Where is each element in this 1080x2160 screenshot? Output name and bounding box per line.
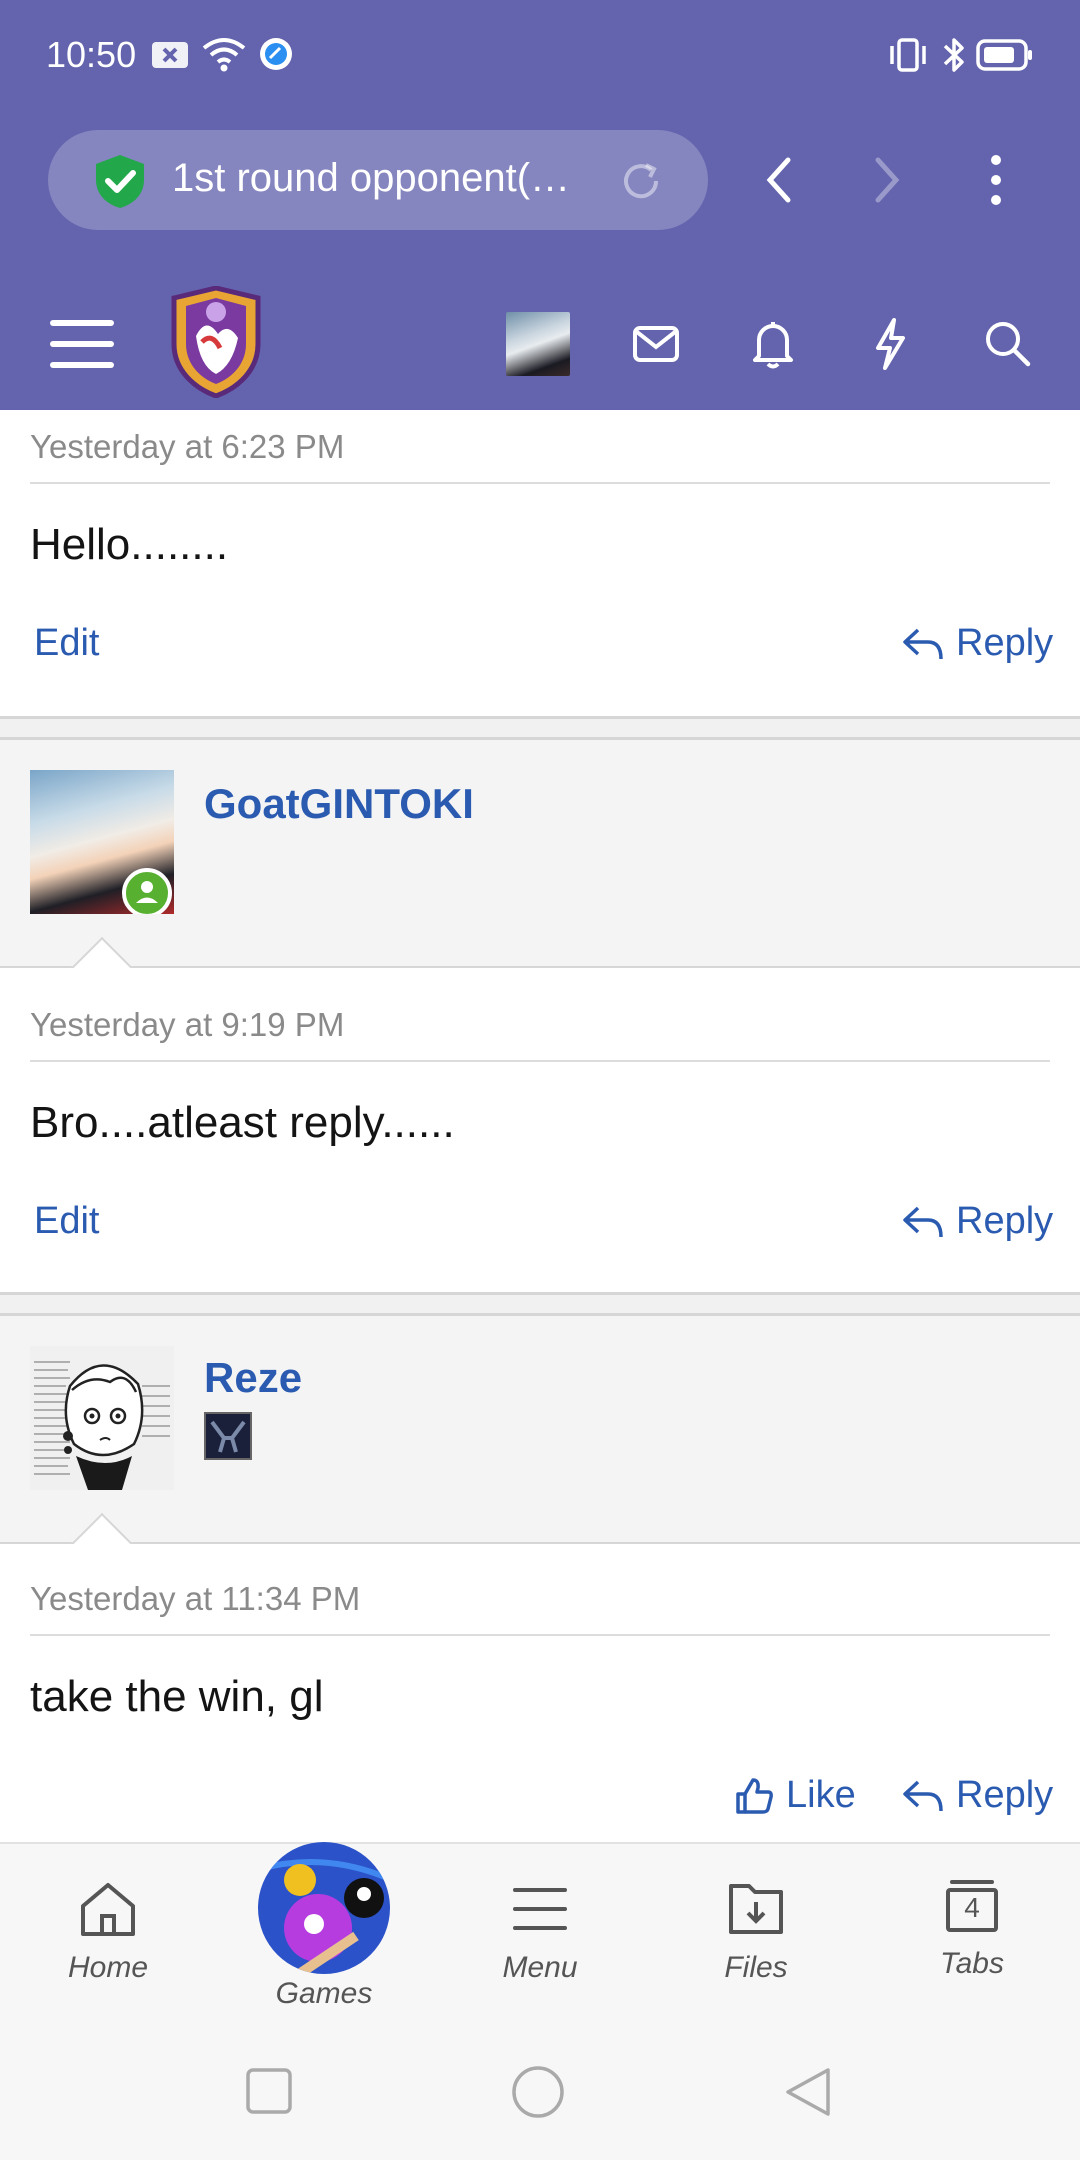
wifi-icon (202, 38, 246, 72)
thumbs-up-icon (736, 1777, 773, 1814)
back-icon[interactable] (758, 152, 798, 208)
back-nav-icon[interactable] (782, 2064, 834, 2120)
forum-toolbar (0, 280, 1080, 410)
like-button[interactable]: Like (734, 1774, 856, 1817)
avatar[interactable] (506, 312, 570, 376)
username[interactable]: GoatGINTOKI (204, 780, 474, 828)
reply-button[interactable]: Reply (902, 1200, 1053, 1243)
reply-icon (903, 1780, 943, 1811)
reload-icon[interactable] (616, 156, 666, 206)
nav-menu-label: Menu (502, 1951, 578, 1984)
bluetooth-icon (943, 38, 964, 72)
forward-icon[interactable] (868, 152, 908, 208)
nav-games[interactable]: Games (244, 1840, 404, 2011)
nav-files[interactable]: Files (676, 1880, 836, 1985)
hamburger-icon[interactable] (50, 314, 116, 374)
nav-tabs-label: Tabs (940, 1947, 1004, 1980)
post-3: Yesterday at 11:34 PM take the win, gl L… (0, 1544, 1080, 1842)
post-2: Yesterday at 9:19 PM Bro....atleast repl… (0, 968, 1080, 1292)
mail-icon[interactable] (632, 322, 680, 366)
lightning-icon[interactable] (870, 316, 910, 372)
app-notification-icon (260, 38, 292, 70)
nav-games-label: Games (275, 1977, 373, 2010)
user-avatar[interactable] (30, 1346, 174, 1490)
post-timestamp: Yesterday at 9:19 PM (30, 1006, 345, 1043)
post-separator (0, 716, 1080, 740)
app-header: 10:50 1st round opponent(… (0, 0, 1080, 410)
post-timestamp: Yesterday at 11:34 PM (30, 1580, 361, 1617)
like-label: Like (786, 1774, 856, 1816)
reply-label: Reply (956, 1200, 1054, 1242)
edit-label: Edit (34, 1200, 100, 1242)
status-bar: 10:50 (0, 0, 1080, 110)
divider (30, 482, 1050, 484)
recents-icon[interactable] (244, 2066, 294, 2116)
nav-files-label: Files (724, 1951, 788, 1984)
manga-avatar (30, 1346, 174, 1490)
reply-label: Reply (956, 1774, 1054, 1816)
post-message: Hello........ (30, 520, 229, 569)
tabs-icon: 4 (944, 1880, 1000, 1934)
status-time: 10:50 (46, 34, 137, 75)
reply-button[interactable]: Reply (902, 1774, 1053, 1817)
post-separator (0, 1292, 1080, 1316)
reply-button[interactable]: Reply (902, 622, 1053, 665)
vibrate-icon (890, 38, 926, 72)
post-message: Bro....atleast reply...... (30, 1098, 455, 1147)
post-user-header: Reze (0, 1316, 1080, 1576)
home-icon (81, 1883, 135, 1936)
divider (30, 1634, 1050, 1636)
system-navigation (0, 2022, 1080, 2160)
home-button-icon[interactable] (510, 2064, 566, 2120)
edit-button[interactable]: Edit (34, 622, 99, 665)
more-vert-icon[interactable] (982, 152, 1010, 208)
edit-label: Edit (34, 622, 100, 664)
post-1: Yesterday at 6:23 PM Hello........ Edit … (0, 410, 1080, 716)
divider (30, 1060, 1050, 1062)
page-title: 1st round opponent(… (172, 156, 571, 200)
edit-button[interactable]: Edit (34, 1200, 99, 1243)
folder-download-icon (729, 1884, 783, 1934)
billiard-ball-icon (258, 1842, 390, 1974)
nav-tabs[interactable]: 4 Tabs (892, 1880, 1052, 1981)
shield-check-icon (96, 155, 144, 208)
bell-icon[interactable] (750, 318, 796, 370)
forum-logo[interactable] (166, 286, 266, 398)
tabs-count: 4 (964, 1892, 980, 1923)
user-avatar[interactable] (30, 770, 174, 914)
menu-lines-icon (513, 1888, 567, 1930)
post-message: take the win, gl (30, 1672, 324, 1721)
search-icon[interactable] (982, 318, 1032, 368)
username[interactable]: Reze (204, 1354, 302, 1402)
notification-x-icon (152, 42, 188, 68)
post-timestamp: Yesterday at 6:23 PM (30, 428, 345, 465)
post-user-header: GoatGINTOKI (0, 740, 1080, 1000)
user-badge-icon (204, 1412, 252, 1460)
reply-icon (903, 1206, 943, 1237)
reply-icon (903, 628, 943, 659)
reply-label: Reply (956, 622, 1054, 664)
nav-menu[interactable]: Menu (460, 1880, 620, 1985)
battery-icon (976, 39, 1032, 71)
bottom-navigation: Home Games Menu Files 4 Tabs (0, 1842, 1080, 2022)
nav-home[interactable]: Home (28, 1880, 188, 1985)
nav-home-label: Home (67, 1951, 149, 1984)
address-bar[interactable]: 1st round opponent(… (48, 130, 708, 230)
online-status-icon (122, 868, 172, 914)
